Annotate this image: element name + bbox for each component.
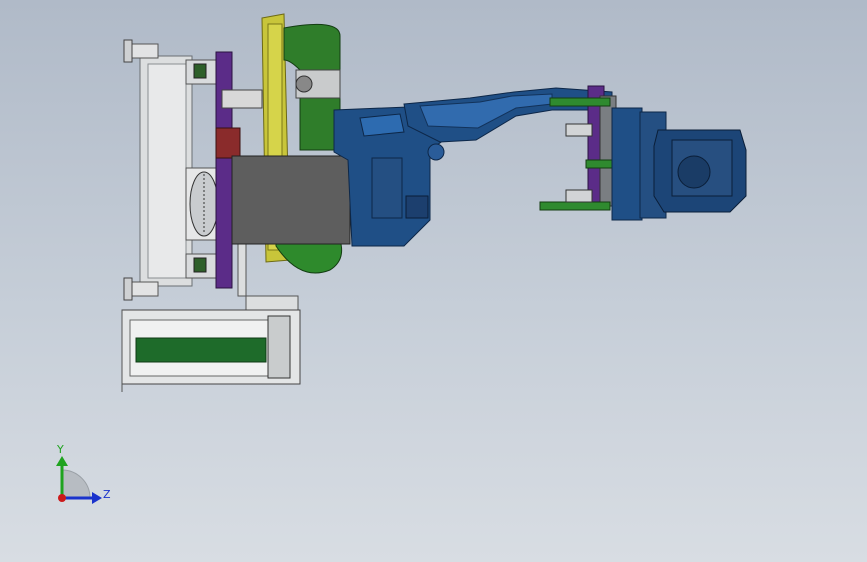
y-axis-label: Y (57, 443, 64, 456)
robot-assembly-model[interactable] (0, 0, 867, 562)
gripper-assembly[interactable] (539, 85, 747, 221)
z-axis-label: Z (103, 488, 111, 501)
cad-viewport[interactable]: Y Z (0, 0, 867, 562)
axis-triad (56, 456, 102, 504)
motor-housing[interactable] (231, 155, 351, 245)
